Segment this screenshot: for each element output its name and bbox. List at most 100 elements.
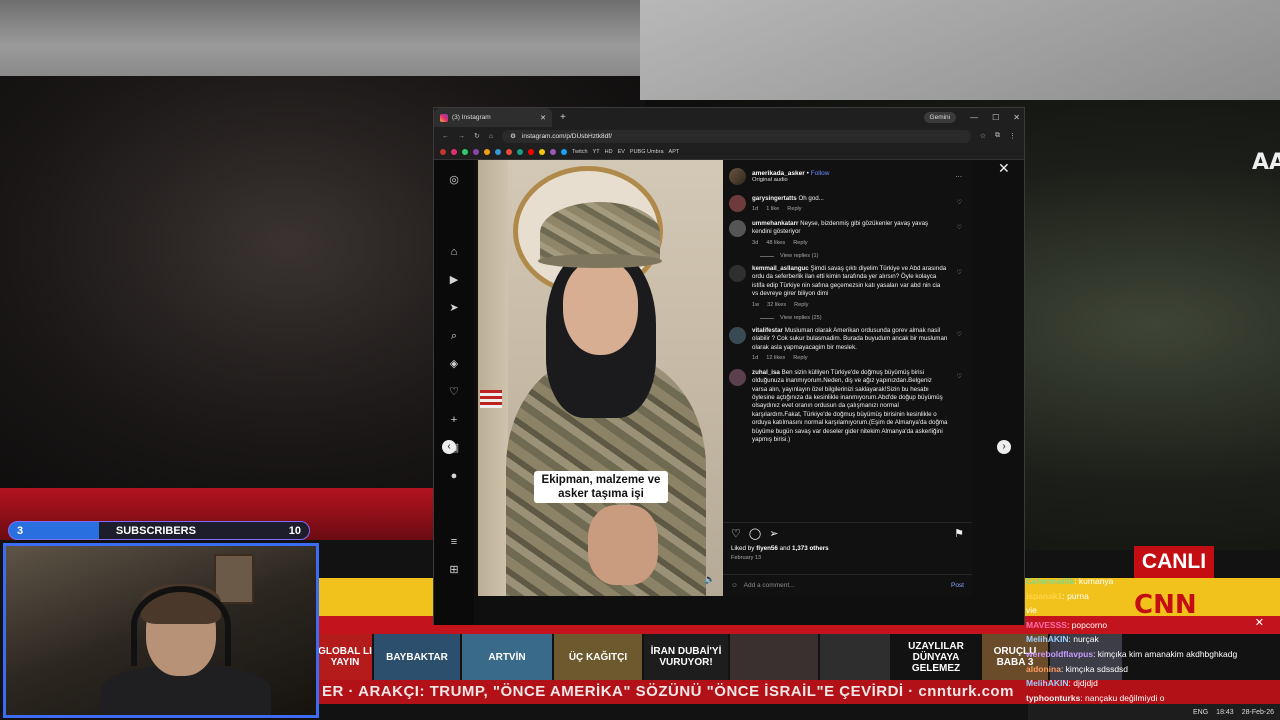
bookmark-star-icon[interactable]: ☆ xyxy=(980,132,986,140)
bookmark-favicon-icon[interactable] xyxy=(517,149,523,155)
bookmark-item[interactable]: YT xyxy=(593,149,600,155)
post-comment-button[interactable]: Post xyxy=(951,582,964,589)
tab-instagram[interactable]: (3) Instagram ✕ xyxy=(434,108,552,127)
commenter-username[interactable]: kemmail_asllanguc xyxy=(752,265,809,272)
reel-video[interactable]: Ekipman, malzeme ve asker taşıma işi 🔈 xyxy=(478,160,723,596)
save-icon[interactable]: ⚑ xyxy=(954,527,964,540)
maximize-icon[interactable]: ☐ xyxy=(992,113,999,122)
clock-time[interactable]: 18:43 xyxy=(1216,709,1234,716)
comment-likes[interactable]: 32 likes xyxy=(767,302,786,308)
bookmark-favicon-icon[interactable] xyxy=(484,149,490,155)
commenter-username[interactable]: garysingertatts xyxy=(752,195,797,202)
video-thumbnail[interactable] xyxy=(820,634,890,680)
close-icon[interactable]: ✕ xyxy=(1013,113,1020,122)
clock-date[interactable]: 28-Feb-26 xyxy=(1242,709,1274,716)
reload-icon[interactable]: ↻ xyxy=(474,132,480,140)
gemini-button[interactable]: Gemini xyxy=(923,112,957,123)
bookmark-item[interactable]: APT xyxy=(669,149,680,155)
view-replies-link[interactable]: View replies (1) xyxy=(760,253,964,259)
bookmark-favicon-icon[interactable] xyxy=(528,149,534,155)
home-icon[interactable]: ⌂ xyxy=(489,133,493,140)
bookmark-favicon-icon[interactable] xyxy=(495,149,501,155)
bookmark-favicon-icon[interactable] xyxy=(473,149,479,155)
comment-reply[interactable]: Reply xyxy=(793,240,807,246)
more-options-icon[interactable]: ··· xyxy=(956,173,963,180)
video-thumbnail[interactable]: ÜÇ KAĞITÇI xyxy=(554,634,642,680)
menu-icon[interactable]: ⋮ xyxy=(1009,132,1016,140)
bookmark-item[interactable]: Twitch xyxy=(572,149,588,155)
commenter-avatar[interactable] xyxy=(729,327,746,345)
comment-reply[interactable]: Reply xyxy=(793,355,807,361)
share-icon[interactable]: ➢ xyxy=(769,527,778,540)
volume-icon[interactable]: 🔈 xyxy=(704,574,715,585)
bookmark-item[interactable]: EV xyxy=(618,149,625,155)
video-thumbnail[interactable]: UZAYLILAR DÜNYAYA GELEMEZ xyxy=(892,634,980,680)
comment-like-icon[interactable]: ♡ xyxy=(957,373,962,381)
forward-icon[interactable]: → xyxy=(458,133,465,140)
home-icon[interactable]: ⌂ xyxy=(451,238,458,266)
post-author-avatar[interactable] xyxy=(729,168,746,185)
liked-by-others[interactable]: 1,373 others xyxy=(792,545,829,552)
reels-icon[interactable]: ▶ xyxy=(450,266,458,294)
more-menu-icon[interactable]: ≡ xyxy=(451,528,457,556)
post-author-username[interactable]: amerikada_asker xyxy=(752,170,805,177)
commenter-username[interactable]: vitalifestar xyxy=(752,327,783,334)
add-comment-input[interactable]: Add a comment... xyxy=(744,582,795,589)
like-icon[interactable]: ♡ xyxy=(731,527,741,540)
bookmark-favicon-icon[interactable] xyxy=(506,149,512,155)
new-tab-button[interactable]: + xyxy=(560,112,566,123)
follow-button[interactable]: Follow xyxy=(811,170,830,177)
video-thumbnail[interactable]: ARTVİN xyxy=(462,634,552,680)
previous-post-icon[interactable]: ‹ xyxy=(442,440,456,454)
audio-label[interactable]: Original audio xyxy=(752,177,950,183)
video-thumbnail[interactable]: İRAN DUBAİ'Yİ VURUYOR! xyxy=(644,634,728,680)
bookmark-favicon-icon[interactable] xyxy=(561,149,567,155)
video-thumbnail[interactable]: BAYBAKTAR xyxy=(374,634,460,680)
bookmark-item[interactable]: PUBG Umbra xyxy=(630,149,664,155)
liked-by-user[interactable]: fiyen56 xyxy=(756,545,778,552)
instagram-logo-icon[interactable]: ◎ xyxy=(449,166,459,194)
bookmark-favicon-icon[interactable] xyxy=(550,149,556,155)
url-field[interactable]: ⚙ instagram.com/p/DUsbHztk8df/ xyxy=(502,129,971,143)
search-icon[interactable]: ⌕ xyxy=(451,322,457,350)
comment-icon[interactable]: ◯ xyxy=(749,527,761,540)
next-post-icon[interactable]: › xyxy=(997,440,1011,454)
bookmark-favicon-icon[interactable] xyxy=(440,149,446,155)
minimize-icon[interactable]: — xyxy=(970,113,978,122)
bookmark-favicon-icon[interactable] xyxy=(539,149,545,155)
comment-like-icon[interactable]: ♡ xyxy=(957,224,962,232)
site-info-icon[interactable]: ⚙ xyxy=(510,132,516,140)
comment-like-icon[interactable]: ♡ xyxy=(957,331,962,339)
bookmark-item[interactable]: HD xyxy=(605,149,613,155)
commenter-avatar[interactable] xyxy=(729,265,746,283)
close-tab-icon[interactable]: ✕ xyxy=(540,114,546,122)
close-icon[interactable]: ✕ xyxy=(1255,616,1264,631)
notifications-icon[interactable]: ♡ xyxy=(449,378,459,406)
close-modal-icon[interactable]: ✕ xyxy=(998,160,1010,177)
messages-icon[interactable]: ➤ xyxy=(449,294,458,322)
explore-icon[interactable]: ◈ xyxy=(450,350,458,378)
comment-reply[interactable]: Reply xyxy=(794,302,808,308)
commenter-username[interactable]: zuhal_isa xyxy=(752,369,780,376)
extensions-icon[interactable]: ⧉ xyxy=(995,132,1000,140)
commenter-avatar[interactable] xyxy=(729,195,746,212)
emoji-icon[interactable]: ☺ xyxy=(731,582,738,589)
video-thumbnail[interactable] xyxy=(730,634,818,680)
profile-icon[interactable]: ● xyxy=(451,462,458,490)
commenter-avatar[interactable] xyxy=(729,368,746,386)
comment-reply[interactable]: Reply xyxy=(787,206,801,212)
meta-icon[interactable]: ⊞ xyxy=(449,556,458,584)
comment-likes[interactable]: 12 likes xyxy=(766,355,785,361)
language-indicator[interactable]: ENG xyxy=(1193,709,1208,716)
video-thumbnail[interactable]: GLOBAL LI YAYIN xyxy=(318,634,372,680)
comment-likes[interactable]: 48 likes xyxy=(766,240,785,246)
bookmark-favicon-icon[interactable] xyxy=(462,149,468,155)
bookmark-favicon-icon[interactable] xyxy=(451,149,457,155)
comment-likes[interactable]: 1 like xyxy=(766,206,779,212)
create-icon[interactable]: + xyxy=(451,406,457,434)
comment-like-icon[interactable]: ♡ xyxy=(957,269,962,277)
view-replies-link[interactable]: View replies (25) xyxy=(760,315,964,321)
commenter-avatar[interactable] xyxy=(729,219,746,237)
commenter-username[interactable]: ummehankatarr xyxy=(752,220,798,227)
comment-like-icon[interactable]: ♡ xyxy=(957,199,962,207)
